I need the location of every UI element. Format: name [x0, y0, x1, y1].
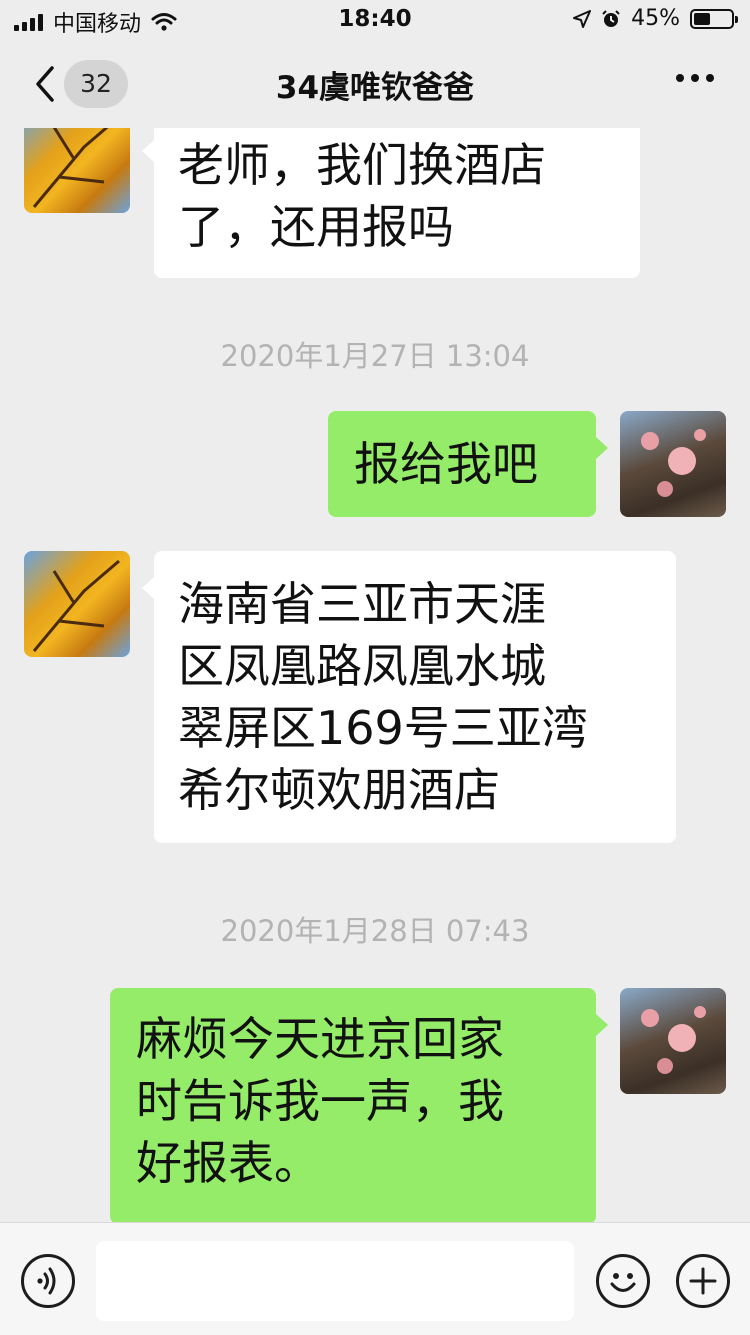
- chat-messages[interactable]: 老师，我们换酒店 了，还用报吗 2020年1月27日 13:04 报给我吧 海南…: [0, 128, 750, 1222]
- message-line: 了，还用报吗: [178, 200, 454, 254]
- timestamp: 2020年1月28日 07:43: [220, 914, 530, 948]
- message-input[interactable]: [96, 1241, 574, 1321]
- emoji-icon[interactable]: [596, 1254, 650, 1308]
- message-line: 报给我吧: [354, 437, 538, 491]
- message-line: 海南省三亚市天涯: [178, 577, 546, 631]
- message-bubble-incoming[interactable]: 老师，我们换酒店 了，还用报吗: [142, 128, 640, 278]
- chat-title: 34虞唯钦爸爸: [275, 70, 475, 106]
- location-icon: [573, 9, 592, 28]
- peach-blossom-avatar[interactable]: [620, 988, 726, 1094]
- more-dots-icon[interactable]: [676, 74, 714, 82]
- message-line: 翠屏区169号三亚湾: [178, 701, 588, 755]
- ginkgo-tree-avatar[interactable]: [24, 128, 130, 213]
- message-line: 时告诉我一声，我: [136, 1074, 504, 1128]
- status-bar: 中国移动 18:40 45%: [0, 0, 750, 40]
- input-bar: [0, 1222, 750, 1335]
- timestamp: 2020年1月27日 13:04: [220, 339, 530, 373]
- message-line: 麻烦今天进京回家: [136, 1012, 504, 1066]
- nav-bar: 32 34虞唯钦爸爸: [0, 40, 750, 128]
- message-bubble-incoming[interactable]: 海南省三亚市天涯 区凤凰路凤凰水城 翠屏区169号三亚湾 希尔顿欢朋酒店: [142, 551, 676, 843]
- battery-percent: 45%: [631, 6, 680, 31]
- ginkgo-tree-avatar[interactable]: [24, 551, 130, 657]
- battery-icon: [690, 8, 738, 29]
- message-bubble-outgoing[interactable]: 报给我吧: [328, 411, 608, 517]
- battery-fill: [694, 12, 710, 25]
- message-line: 好报表。: [136, 1136, 320, 1190]
- message-line: 希尔顿欢朋酒店: [178, 763, 500, 817]
- message-bubble-outgoing[interactable]: 麻烦今天进京回家 时告诉我一声，我 好报表。: [110, 988, 608, 1222]
- voice-icon[interactable]: [21, 1254, 75, 1308]
- plus-icon[interactable]: [676, 1254, 730, 1308]
- message-line: 区凤凰路凤凰水城: [178, 639, 546, 693]
- peach-blossom-avatar[interactable]: [620, 411, 726, 517]
- alarm-icon: [602, 9, 620, 27]
- message-line: 老师，我们换酒店: [178, 138, 546, 192]
- status-right: 45%: [573, 6, 738, 31]
